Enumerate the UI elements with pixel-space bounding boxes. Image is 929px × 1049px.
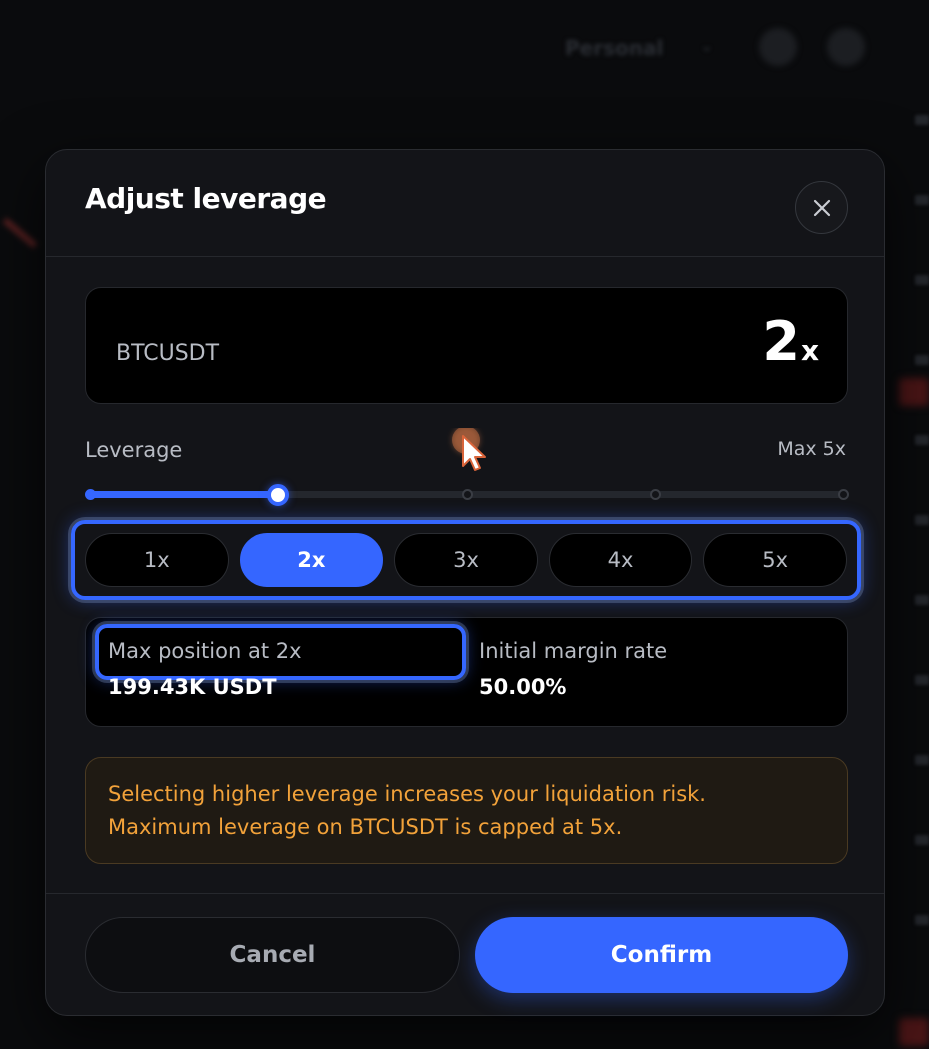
leverage-label: Leverage (85, 438, 183, 462)
background-chart-line (2, 217, 38, 249)
warning-line-1: Selecting higher leverage increases your… (108, 782, 706, 806)
cancel-button[interactable]: Cancel (85, 917, 460, 993)
current-leverage-value: 2 (762, 310, 800, 373)
position-info: Max position at 2x 199.43K USDT Initial … (85, 617, 848, 727)
warning-line-2: Maximum leverage on BTCUSDT is capped at… (108, 815, 623, 839)
leverage-preset-group: 1x 2x 3x 4x 5x (71, 520, 861, 600)
close-button[interactable] (795, 181, 848, 234)
background-red-badge (899, 378, 929, 406)
confirm-button[interactable]: Confirm (475, 917, 848, 993)
slider-step-4x[interactable] (649, 489, 661, 500)
leverage-preset-4x[interactable]: 4x (548, 533, 693, 587)
slider-thumb[interactable] (267, 484, 290, 506)
modal-footer: Cancel Confirm (46, 893, 884, 1017)
mouse-cursor-icon (452, 428, 486, 471)
leverage-preset-3x[interactable]: 3x (394, 533, 538, 587)
chevron-down-icon: ⌄ (700, 36, 714, 55)
pair-symbol: BTCUSDT (116, 341, 220, 366)
slider-fill (90, 491, 279, 498)
initial-margin-label: Initial margin rate (479, 639, 668, 663)
leverage-preset-1x[interactable]: 1x (85, 533, 229, 587)
close-icon (813, 199, 830, 216)
slider-step-5x[interactable] (838, 489, 849, 500)
adjust-leverage-modal: Adjust leverage BTCUSDT 2 x Leverage Max… (45, 149, 885, 1016)
leverage-preset-5x[interactable]: 5x (703, 533, 847, 587)
account-selector-label: Personal (565, 36, 664, 60)
avatar (827, 28, 865, 66)
initial-margin-value: 50.00% (479, 675, 567, 699)
leverage-preset-2x[interactable]: 2x (239, 533, 384, 587)
current-leverage-unit: x (800, 334, 819, 367)
liquidation-warning: Selecting higher leverage increases your… (85, 757, 848, 864)
modal-title: Adjust leverage (85, 182, 327, 215)
modal-header: Adjust leverage (46, 150, 884, 257)
pair-leverage-display: BTCUSDT 2 x (85, 287, 848, 404)
slider-step-1x[interactable] (85, 489, 96, 500)
max-leverage-label: Max 5x (777, 438, 846, 460)
search-icon (759, 28, 797, 66)
max-position-label: Max position at 2x (108, 639, 302, 663)
max-position-value: 199.43K USDT (108, 675, 277, 699)
current-leverage: 2 x (762, 310, 819, 373)
background-red-badge (899, 1018, 929, 1046)
